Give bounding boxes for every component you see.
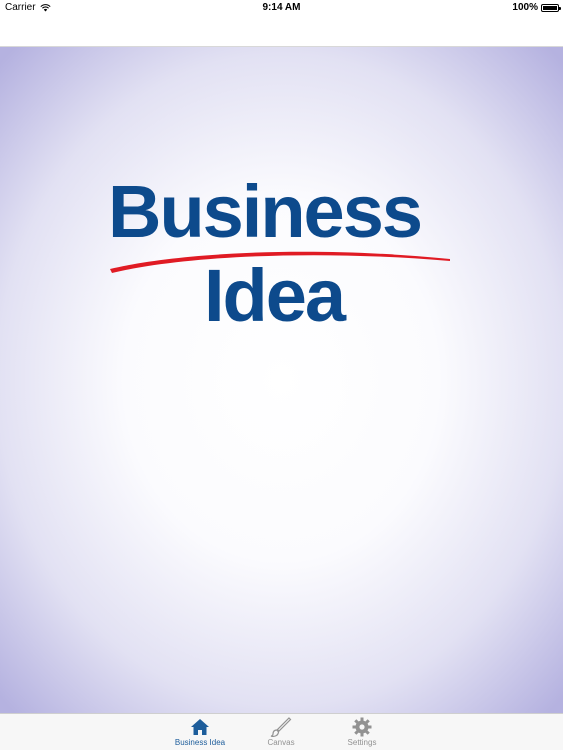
battery-icon [541,3,561,12]
tab-label-canvas: Canvas [267,738,295,747]
tab-label-business-idea: Business Idea [174,738,226,747]
tab-bar: Business Idea Canvas Settings [0,713,563,750]
battery-percent: 100% [512,2,538,13]
brush-icon [270,717,292,737]
status-right: 100% [512,2,561,13]
navigation-bar [0,16,563,47]
splash-content: Business Idea [0,47,563,713]
app-screen: Carrier 9:14 AM 100% Business Idea Busin… [0,0,563,750]
status-time: 9:14 AM [262,2,301,13]
tab-business-idea[interactable]: Business Idea [165,716,235,750]
status-bar: Carrier 9:14 AM 100% [0,0,563,16]
battery-fill [543,5,557,10]
business-idea-logo: Business Idea [108,175,458,335]
home-icon [191,719,209,735]
logo-text-business: Business [108,170,423,253]
gear-icon [352,717,372,737]
tab-settings[interactable]: Settings [327,716,397,750]
tab-canvas[interactable]: Canvas [246,716,316,750]
logo-text-idea: Idea [204,254,346,337]
tab-label-settings: Settings [347,738,377,747]
